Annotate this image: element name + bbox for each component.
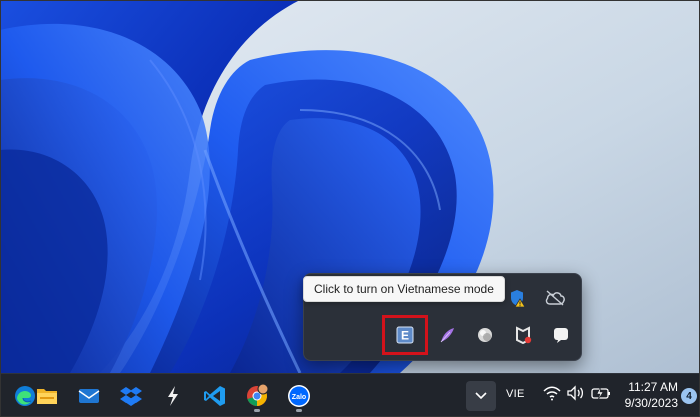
vscode-icon[interactable] — [198, 379, 232, 413]
mcafee-icon[interactable] — [504, 319, 542, 351]
unikey-e-icon[interactable]: E — [382, 315, 428, 355]
chrome-icon[interactable] — [240, 379, 274, 413]
cloud-offline-icon[interactable] — [536, 282, 574, 314]
file-explorer-icon[interactable] — [30, 379, 64, 413]
taskbar-clock[interactable]: 11:27 AM 9/30/2023 — [625, 379, 678, 411]
sharex-icon[interactable] — [156, 379, 190, 413]
zalo-label: Zalo — [292, 394, 306, 401]
system-status-icons[interactable] — [543, 385, 611, 401]
dropbox-icon[interactable] — [114, 379, 148, 413]
svg-text:E: E — [401, 329, 409, 343]
zalo-icon[interactable]: Zalo — [282, 379, 316, 413]
globe-ball-icon[interactable] — [466, 319, 504, 351]
wifi-icon — [543, 386, 561, 401]
battery-charging-icon — [591, 385, 610, 401]
taskbar: Zalo VIE 11:27 AM 9/30/2023 4 — [0, 373, 700, 417]
mail-icon[interactable] — [72, 379, 106, 413]
show-hidden-icons-button[interactable] — [466, 381, 496, 411]
chrome-running-indicator — [254, 409, 260, 412]
vietnamese-mode-tooltip: Click to turn on Vietnamese mode — [303, 276, 505, 302]
tray-overflow-bottom-row: E — [382, 315, 580, 355]
zalo-running-indicator — [296, 409, 302, 412]
notification-count-badge[interactable]: 4 — [681, 388, 697, 404]
volume-icon — [567, 385, 584, 401]
clock-date: 9/30/2023 — [624, 396, 678, 410]
clock-time: 11:27 AM — [628, 380, 678, 394]
input-language-indicator[interactable]: VIE — [506, 388, 525, 400]
chevron-down-icon — [475, 392, 487, 400]
feather-app-icon[interactable] — [428, 319, 466, 351]
tray-overflow-top-row — [498, 282, 574, 314]
chat-bubble-icon[interactable] — [542, 319, 580, 351]
desktop-screen: E Click to turn on Vietnamese mode Zalo … — [0, 0, 700, 417]
